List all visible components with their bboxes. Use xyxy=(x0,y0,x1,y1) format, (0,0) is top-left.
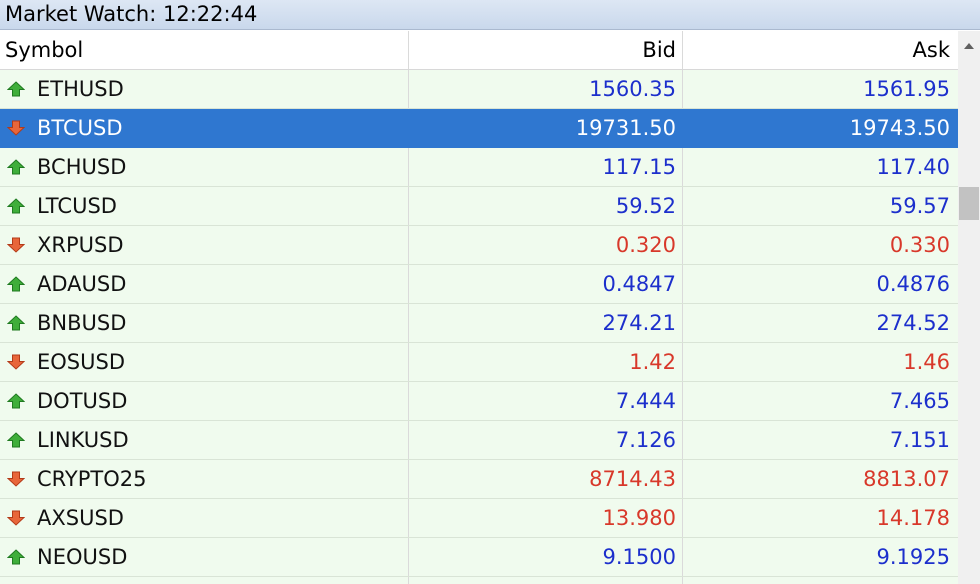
arrow-up-icon xyxy=(7,159,25,175)
ask-cell: 8813.07 xyxy=(863,467,950,491)
symbol-cell: LINKUSD xyxy=(0,421,409,459)
symbol-cell: XRPUSD xyxy=(0,226,409,264)
table-row[interactable]: CRYPTO25 8714.43 8813.07 xyxy=(0,460,958,499)
symbol-label: XRPUSD xyxy=(37,233,124,257)
table-row[interactable]: LTCUSD 59.52 59.57 xyxy=(0,187,958,226)
bid-cell: 13.980 xyxy=(409,499,683,537)
bid-cell: 274.21 xyxy=(409,304,683,342)
ask-cell: 59.57 xyxy=(889,194,950,218)
ask-cell: 1561.95 xyxy=(863,77,950,101)
ask-cell: 19743.50 xyxy=(849,116,950,140)
symbol-table: Symbol Bid Ask ETHUSD 1560.35 1561.95 BTCUS… xyxy=(0,31,958,584)
symbol-cell: DOTUSD xyxy=(0,382,409,420)
bid-cell: 19731.50 xyxy=(409,109,683,147)
table-row-partial[interactable] xyxy=(0,577,958,584)
symbol-cell: BCHUSD xyxy=(0,148,409,186)
symbol-label: CRYPTO25 xyxy=(37,467,147,491)
market-watch-window: Market Watch: 12:22:44 Symbol Bid Ask ET… xyxy=(0,0,980,584)
ask-cell: 7.465 xyxy=(889,389,950,413)
empty-cell xyxy=(683,577,958,584)
symbol-label: ETHUSD xyxy=(37,77,124,101)
arrow-up-icon xyxy=(7,432,25,448)
empty-cell xyxy=(0,577,409,584)
scrollbar-thumb[interactable] xyxy=(959,187,979,220)
bid-cell: 59.52 xyxy=(409,187,683,225)
symbol-label: EOSUSD xyxy=(37,350,125,374)
table-row[interactable]: DOTUSD 7.444 7.465 xyxy=(0,382,958,421)
scroll-up-button[interactable] xyxy=(958,31,980,61)
symbol-cell: CRYPTO25 xyxy=(0,460,409,498)
column-header-symbol[interactable]: Symbol xyxy=(0,31,409,69)
column-header-bid[interactable]: Bid xyxy=(409,31,683,69)
symbol-label: LTCUSD xyxy=(37,194,117,218)
table-row[interactable]: EOSUSD 1.42 1.46 xyxy=(0,343,958,382)
bid-cell: 1.42 xyxy=(409,343,683,381)
vertical-scrollbar[interactable] xyxy=(958,31,980,584)
bid-cell: 7.444 xyxy=(409,382,683,420)
table-row[interactable]: BTCUSD 19731.50 19743.50 xyxy=(0,109,958,148)
arrow-up-icon xyxy=(7,198,25,214)
bid-cell: 0.320 xyxy=(409,226,683,264)
symbol-label: LINKUSD xyxy=(37,428,129,452)
bid-cell: 8714.43 xyxy=(409,460,683,498)
ask-cell: 117.40 xyxy=(876,155,950,179)
title-bar: Market Watch: 12:22:44 xyxy=(0,0,980,30)
symbol-label: DOTUSD xyxy=(37,389,128,413)
arrow-down-icon xyxy=(7,120,25,136)
ask-cell: 274.52 xyxy=(876,311,950,335)
table-row[interactable]: ADAUSD 0.4847 0.4876 xyxy=(0,265,958,304)
symbol-cell: ETHUSD xyxy=(0,70,409,108)
symbol-label: BCHUSD xyxy=(37,155,127,179)
symbol-label: BTCUSD xyxy=(37,116,123,140)
bid-cell: 117.15 xyxy=(409,148,683,186)
column-header-ask[interactable]: Ask xyxy=(683,31,958,69)
arrow-down-icon xyxy=(7,237,25,253)
table-row[interactable]: AXSUSD 13.980 14.178 xyxy=(0,499,958,538)
symbol-label: BNBUSD xyxy=(37,311,127,335)
bid-cell: 9.1500 xyxy=(409,538,683,576)
symbol-label: AXSUSD xyxy=(37,506,124,530)
arrow-up-icon xyxy=(7,276,25,292)
table-row[interactable]: ETHUSD 1560.35 1561.95 xyxy=(0,70,958,109)
symbol-cell: LTCUSD xyxy=(0,187,409,225)
bid-cell: 1560.35 xyxy=(409,70,683,108)
table-header: Symbol Bid Ask xyxy=(0,31,958,70)
table-row[interactable]: BNBUSD 274.21 274.52 xyxy=(0,304,958,343)
arrow-up-icon xyxy=(7,549,25,565)
ask-cell: 0.330 xyxy=(889,233,950,257)
symbol-cell: BTCUSD xyxy=(0,109,409,147)
symbol-cell: AXSUSD xyxy=(0,499,409,537)
arrow-up-icon xyxy=(7,81,25,97)
table-row[interactable]: XRPUSD 0.320 0.330 xyxy=(0,226,958,265)
table-row[interactable]: LINKUSD 7.126 7.151 xyxy=(0,421,958,460)
ask-cell: 1.46 xyxy=(903,350,950,374)
ask-cell: 9.1925 xyxy=(876,545,950,569)
arrow-up-icon xyxy=(7,315,25,331)
table-body: ETHUSD 1560.35 1561.95 BTCUSD 19731.50 19743.… xyxy=(0,70,958,584)
symbol-label: ADAUSD xyxy=(37,272,127,296)
symbol-label: NEOUSD xyxy=(37,545,128,569)
table-row[interactable]: NEOUSD 9.1500 9.1925 xyxy=(0,538,958,577)
arrow-down-icon xyxy=(7,510,25,526)
symbol-cell: NEOUSD xyxy=(0,538,409,576)
arrow-up-icon xyxy=(7,393,25,409)
bid-cell: 7.126 xyxy=(409,421,683,459)
arrow-down-icon xyxy=(7,354,25,370)
window-title: Market Watch: 12:22:44 xyxy=(5,2,258,26)
scroll-up-arrow-icon xyxy=(964,43,974,49)
table-row[interactable]: BCHUSD 117.15 117.40 xyxy=(0,148,958,187)
symbol-cell: BNBUSD xyxy=(0,304,409,342)
symbol-cell: EOSUSD xyxy=(0,343,409,381)
empty-cell xyxy=(409,577,683,584)
symbol-cell: ADAUSD xyxy=(0,265,409,303)
arrow-down-icon xyxy=(7,471,25,487)
ask-cell: 14.178 xyxy=(876,506,950,530)
ask-cell: 0.4876 xyxy=(876,272,950,296)
ask-cell: 7.151 xyxy=(889,428,950,452)
bid-cell: 0.4847 xyxy=(409,265,683,303)
